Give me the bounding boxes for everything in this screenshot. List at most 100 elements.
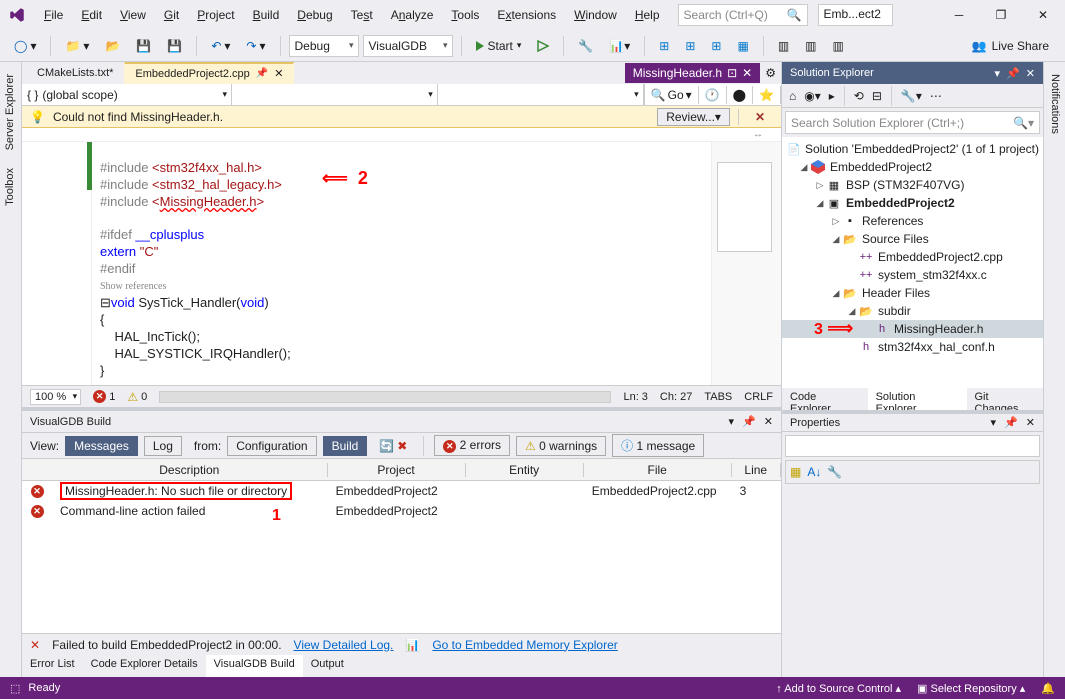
output-icon[interactable]: ⬚ xyxy=(10,682,20,695)
tab-embeddedproject2-cpp[interactable]: EmbeddedProject2.cpp 📌 ✕ xyxy=(124,62,294,84)
errors-filter[interactable]: ✕ 2 errors xyxy=(434,435,510,456)
gdb-btn-3[interactable]: ⊞ xyxy=(653,35,675,57)
panel-pin-icon[interactable]: 📌 xyxy=(1006,67,1020,80)
menu-tools[interactable]: Tools xyxy=(443,4,487,26)
close-button[interactable]: ✕ xyxy=(1029,4,1057,26)
menu-file[interactable]: File xyxy=(36,4,71,26)
save-all-button[interactable]: 💾 xyxy=(161,35,188,57)
config-combo[interactable]: Debug xyxy=(289,35,359,57)
se-home-icon[interactable]: ⌂ xyxy=(786,87,799,105)
se-tab-solution-explorer[interactable]: Solution Explorer xyxy=(868,388,967,410)
node-project[interactable]: ◢ EmbeddedProject2 xyxy=(782,158,1043,176)
gdb-btn-8[interactable]: ▥ xyxy=(799,35,822,57)
member-combo[interactable] xyxy=(438,84,644,105)
config-button[interactable]: Configuration xyxy=(227,436,316,456)
open-button[interactable]: 📂 xyxy=(99,35,126,57)
node-source-files[interactable]: ◢ 📂 Source Files xyxy=(782,230,1043,248)
scope-combo[interactable]: { } (global scope) xyxy=(22,84,232,105)
se-more-icon[interactable]: ⋯ xyxy=(927,87,945,105)
new-project-button[interactable]: 📁▾ xyxy=(59,35,95,57)
split-handle[interactable]: ↔ xyxy=(22,128,781,142)
live-share-button[interactable]: 👥 Live Share xyxy=(964,36,1057,56)
clock-button[interactable]: 🕐 xyxy=(699,86,727,104)
gdb-btn-1[interactable]: 🔧 xyxy=(572,35,599,57)
gdb-btn-9[interactable]: ▥ xyxy=(827,35,850,57)
minimap[interactable] xyxy=(711,142,781,385)
review-button[interactable]: Review...▾ xyxy=(657,108,730,126)
menu-git[interactable]: Git xyxy=(156,4,187,26)
restore-button[interactable]: ❐ xyxy=(987,4,1015,26)
se-wrench-icon[interactable]: 🔧▾ xyxy=(898,87,925,105)
menu-build[interactable]: Build xyxy=(245,4,288,26)
close-tab-icon[interactable]: ✕ xyxy=(274,67,283,80)
col-entity[interactable]: Entity xyxy=(466,463,584,477)
pin-icon[interactable]: 📌 xyxy=(256,68,268,79)
start-debug-button[interactable]: Start ▾ xyxy=(470,37,528,55)
scrollbar-horizontal[interactable] xyxy=(159,391,611,403)
tab-error-list[interactable]: Error List xyxy=(22,655,83,677)
solution-name-box[interactable]: Emb...ect2 xyxy=(818,4,893,26)
minimize-button[interactable]: ─ xyxy=(945,4,973,26)
se-tab-git-changes[interactable]: Git Changes xyxy=(967,388,1044,410)
star-button[interactable]: ⭐ xyxy=(753,86,781,104)
panel-pin-icon[interactable]: 📌 xyxy=(742,415,756,428)
bell-icon[interactable]: 🔔 xyxy=(1041,682,1055,695)
node-embeddedproject2-cpp[interactable]: ++ EmbeddedProject2.cpp xyxy=(782,248,1043,266)
warning-indicator[interactable]: ⚠0 xyxy=(127,390,147,404)
node-hal-conf-h[interactable]: h stm32f4xx_hal_conf.h xyxy=(782,338,1043,356)
server-explorer-tab[interactable]: Server Explorer xyxy=(0,65,21,159)
error-row-2[interactable]: ✕ Command-line action failed EmbeddedPro… xyxy=(22,501,781,521)
error-indicator[interactable]: ✕1 xyxy=(93,390,115,403)
node-system-stm32-c[interactable]: ++ system_stm32f4xx.c xyxy=(782,266,1043,284)
panel-dropdown-icon[interactable]: ▾ xyxy=(995,67,1001,80)
error-row-1[interactable]: ✕ MissingHeader.h: No such file or direc… xyxy=(22,481,781,501)
info-filter[interactable]: ⓘ 1 message xyxy=(612,434,704,457)
gdb-btn-7[interactable]: ▥ xyxy=(772,35,795,57)
type-combo[interactable] xyxy=(232,84,438,105)
gdb-btn-5[interactable]: ⊞ xyxy=(705,35,727,57)
panel-dropdown-icon[interactable]: ▾ xyxy=(991,416,997,429)
undo-button[interactable]: ↶▾ xyxy=(205,35,236,57)
se-tab-code-explorer[interactable]: Code Explorer xyxy=(782,388,868,410)
build-refresh-icon[interactable]: 🔄✖ xyxy=(373,435,413,457)
node-project-inner[interactable]: ◢ ▣ EmbeddedProject2 xyxy=(782,194,1043,212)
tab-visualgdb-build[interactable]: VisualGDB Build xyxy=(206,655,303,677)
col-project[interactable]: Project xyxy=(328,463,466,477)
promote-icon[interactable]: ⊡ xyxy=(727,66,737,80)
menu-test[interactable]: Test xyxy=(343,4,381,26)
panel-close-icon[interactable]: ✕ xyxy=(1026,67,1035,80)
panel-close-icon[interactable]: ✕ xyxy=(1026,416,1035,429)
tab-cmakelists[interactable]: CMakeLists.txt* xyxy=(26,63,124,83)
se-view-icon[interactable]: ◉▾ xyxy=(801,87,824,105)
add-source-control[interactable]: ↑ Add to Source Control ▴ xyxy=(776,682,901,695)
menu-help[interactable]: Help xyxy=(627,4,668,26)
col-description[interactable]: Description xyxy=(52,463,328,477)
menu-analyze[interactable]: Analyze xyxy=(383,4,442,26)
code-area[interactable]: #include <stm32f4xx_hal.h> #include <stm… xyxy=(92,142,711,385)
platform-combo[interactable]: VisualGDB xyxy=(363,35,453,57)
se-sync-icon[interactable]: ⟲ xyxy=(851,87,867,105)
go-button[interactable]: 🔍Go▾ xyxy=(645,86,699,104)
select-repository[interactable]: ▣ Select Repository ▴ xyxy=(917,682,1025,695)
menu-extensions[interactable]: Extensions xyxy=(489,4,564,26)
menu-view[interactable]: View xyxy=(112,4,154,26)
save-button[interactable]: 💾 xyxy=(130,35,157,57)
toolbox-tab[interactable]: Toolbox xyxy=(0,159,21,215)
tab-settings-icon[interactable]: ⚙ xyxy=(760,63,781,83)
se-flag-icon[interactable]: ▸ xyxy=(826,87,838,105)
menu-debug[interactable]: Debug xyxy=(289,4,340,26)
col-file[interactable]: File xyxy=(584,463,732,477)
codelens-references[interactable]: Show references xyxy=(100,281,166,292)
menu-edit[interactable]: Edit xyxy=(73,4,110,26)
panel-dropdown-icon[interactable]: ▾ xyxy=(729,415,735,428)
node-header-files[interactable]: ◢ 📂 Header Files xyxy=(782,284,1043,302)
panel-pin-icon[interactable]: 📌 xyxy=(1004,416,1018,429)
node-references[interactable]: ▷ ▪ References xyxy=(782,212,1043,230)
nav-back-button[interactable]: ◯▾ xyxy=(8,35,42,57)
title-search-box[interactable]: Search (Ctrl+Q) 🔍 xyxy=(678,4,808,26)
gdb-btn-6[interactable]: ▦ xyxy=(731,35,754,57)
warnings-filter[interactable]: ⚠ 0 warnings xyxy=(516,436,606,456)
preview-tab-missingheader[interactable]: MissingHeader.h ⊡ ✕ xyxy=(625,63,761,83)
tab-code-explorer-details[interactable]: Code Explorer Details xyxy=(83,655,206,677)
log-button[interactable]: Log xyxy=(144,436,182,456)
